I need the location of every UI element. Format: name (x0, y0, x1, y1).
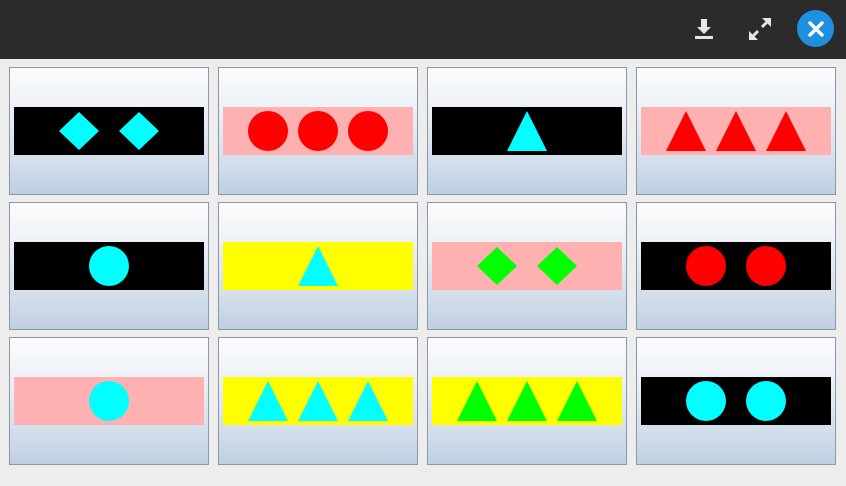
close-button[interactable] (797, 10, 834, 47)
expand-icon (749, 18, 771, 40)
card-image (14, 242, 204, 290)
expand-button[interactable] (742, 11, 778, 47)
color-band (432, 242, 622, 290)
circle-shape (89, 246, 129, 286)
download-button[interactable] (686, 11, 722, 47)
circle-shape (348, 111, 388, 151)
image-card-9[interactable] (9, 337, 209, 465)
image-card-8[interactable] (636, 202, 836, 330)
card-image (223, 242, 413, 290)
image-card-7[interactable] (427, 202, 627, 330)
image-card-2[interactable] (218, 67, 418, 195)
image-card-6[interactable] (218, 202, 418, 330)
image-card-3[interactable] (427, 67, 627, 195)
card-image (14, 377, 204, 425)
image-grid (9, 67, 836, 465)
card-image (432, 377, 622, 425)
circle-shape (298, 111, 338, 151)
color-band (641, 242, 831, 290)
card-image (432, 242, 622, 290)
circle-shape (89, 381, 129, 421)
image-card-11[interactable] (427, 337, 627, 465)
card-image (223, 377, 413, 425)
circle-shape (746, 381, 786, 421)
card-image (14, 107, 204, 155)
image-card-4[interactable] (636, 67, 836, 195)
image-card-5[interactable] (9, 202, 209, 330)
circle-shape (686, 381, 726, 421)
circle-shape (746, 246, 786, 286)
card-image (641, 242, 831, 290)
title-bar (0, 0, 846, 59)
circle-shape (686, 246, 726, 286)
card-image (641, 107, 831, 155)
image-card-1[interactable] (9, 67, 209, 195)
card-image (641, 377, 831, 425)
close-icon (807, 20, 824, 37)
card-image (432, 107, 622, 155)
image-card-12[interactable] (636, 337, 836, 465)
circle-shape (248, 111, 288, 151)
image-card-10[interactable] (218, 337, 418, 465)
color-band (641, 377, 831, 425)
color-band (14, 107, 204, 155)
card-image (223, 107, 413, 155)
download-icon (695, 19, 713, 39)
